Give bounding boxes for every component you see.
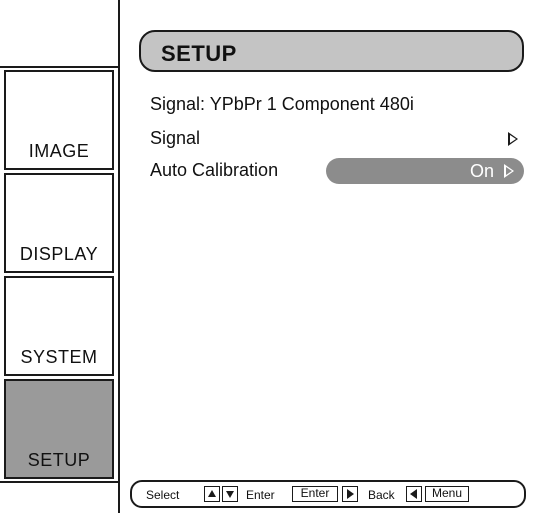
page-title-bar: SETUP [139,30,524,72]
value-arrow-right-icon [504,164,514,178]
content-left-border [118,0,120,513]
auto-calibration-value: On [469,161,494,181]
left-arrow-key-icon [406,486,422,502]
menu-item-auto-calibration[interactable]: Auto Calibration On [150,158,524,184]
menu-item-signal-label: Signal [150,128,201,148]
menu-item-signal[interactable]: Signal [150,126,524,152]
tabs-top-border [0,66,118,68]
tab-setup-label: SETUP [27,450,91,470]
menu-key: Menu [425,486,469,502]
auto-calibration-value-selector[interactable]: On [326,158,524,184]
tab-image[interactable]: IMAGE [4,70,114,170]
tab-image-label: IMAGE [28,141,90,161]
tab-system[interactable]: SYSTEM [4,276,114,376]
footer-key-hints: Select Enter Enter Back Menu [130,480,526,508]
tab-system-label: SYSTEM [20,347,98,367]
footer-back-label: Back [368,488,395,502]
sidebar-tabs: IMAGE DISPLAY SYSTEM SETUP [4,70,114,482]
tab-setup[interactable]: SETUP [4,379,114,479]
tab-display-label: DISPLAY [19,244,99,264]
footer-select-label: Select [146,488,180,502]
right-arrow-key-icon [342,486,358,502]
page-title: SETUP [161,41,237,66]
footer-enter-label: Enter [246,488,275,502]
signal-info-text: Signal: YPbPr 1 Component 480i [150,94,414,114]
enter-key: Enter [292,486,338,502]
menu-item-auto-calibration-label: Auto Calibration [150,160,279,180]
submenu-arrow-icon [508,132,518,146]
down-arrow-key-icon [222,486,238,502]
up-arrow-key-icon [204,486,220,502]
tab-display[interactable]: DISPLAY [4,173,114,273]
